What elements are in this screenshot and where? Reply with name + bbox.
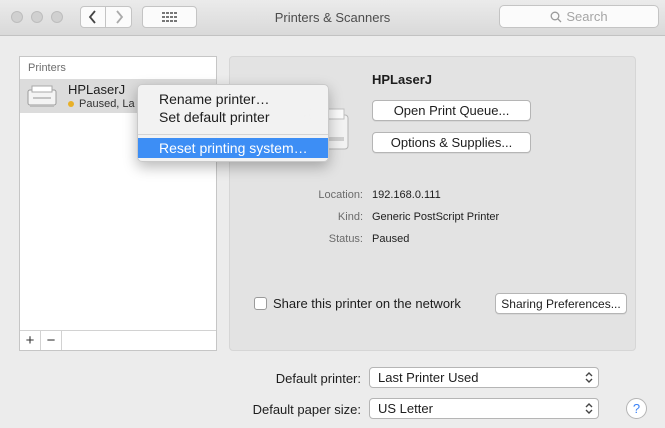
updown-arrows-icon <box>585 403 593 414</box>
status-label: Status: <box>328 233 363 245</box>
context-menu: Rename printer… Set default printer Rese… <box>137 84 329 162</box>
default-printer-value: Last Printer Used <box>378 370 479 385</box>
default-printer-select[interactable]: Last Printer Used <box>369 367 599 388</box>
printer-status: Paused, La <box>68 98 135 110</box>
kind-value: Generic PostScript Printer <box>372 211 500 223</box>
options-supplies-button[interactable]: Options & Supplies... <box>372 132 531 153</box>
printer-name: HPLaserJ <box>68 82 126 97</box>
default-printer-label: Default printer: <box>275 371 361 386</box>
open-print-queue-button[interactable]: Open Print Queue... <box>372 100 531 121</box>
menu-item-rename-printer[interactable]: Rename printer… <box>138 89 328 109</box>
status-value: Paused <box>372 233 410 245</box>
kind-label: Kind: <box>337 211 363 223</box>
share-printer-row: Share this printer on the network <box>254 296 461 311</box>
menu-item-reset-printing-system[interactable]: Reset printing system… <box>138 138 328 158</box>
search-icon <box>550 11 562 22</box>
location-label: Location: <box>318 189 363 201</box>
paper-size-value: US Letter <box>378 401 433 416</box>
remove-printer-button[interactable]: − <box>41 331 62 350</box>
location-value: 192.168.0.111 <box>372 189 441 201</box>
share-printer-checkbox[interactable] <box>254 297 267 310</box>
printers-list-header: Printers <box>28 62 66 74</box>
menu-separator <box>138 134 328 135</box>
paper-size-select[interactable]: US Letter <box>369 398 599 419</box>
search-placeholder: Search <box>566 9 608 24</box>
search-field[interactable]: Search <box>499 5 659 28</box>
sharing-preferences-button[interactable]: Sharing Preferences... <box>495 293 627 314</box>
paused-status-dot-icon <box>68 101 74 107</box>
printer-icon <box>27 85 57 107</box>
share-printer-label[interactable]: Share this printer on the network <box>273 296 461 311</box>
updown-arrows-icon <box>585 372 593 383</box>
printer-title: HPLaserJ <box>372 72 432 87</box>
title-bar: Printers & Scanners Search <box>0 0 665 36</box>
paper-size-label: Default paper size: <box>252 402 361 417</box>
printers-list-footer: + − <box>20 330 216 350</box>
menu-item-set-default-printer[interactable]: Set default printer <box>138 107 328 127</box>
help-button[interactable]: ? <box>626 398 647 419</box>
printer-status-text: Paused, La <box>79 98 135 110</box>
add-printer-button[interactable]: + <box>20 331 41 350</box>
